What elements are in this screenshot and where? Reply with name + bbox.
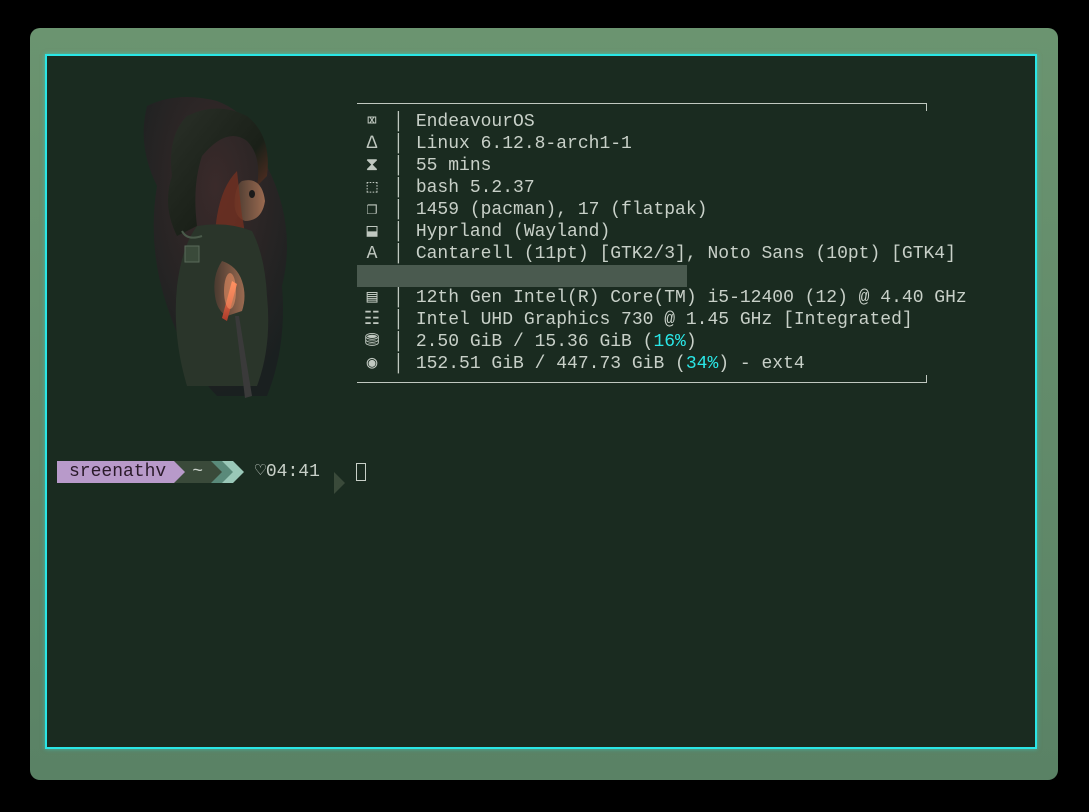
fetch-row: ∆│Linux 6.12.8-arch1-1	[357, 133, 967, 155]
terminal-window[interactable]: ⌧│EndeavourOS∆│Linux 6.12.8-arch1-1⧗│55 …	[45, 54, 1037, 749]
separator: │	[387, 287, 416, 309]
fetch-value: 12th Gen Intel(R) Core(TM) i5-12400 (12)…	[416, 287, 967, 309]
linux-icon: ∆	[357, 133, 387, 155]
terminal-cursor[interactable]	[356, 463, 366, 481]
fetch-row: A│Cantarell (11pt) [GTK2/3], Noto Sans (…	[357, 243, 967, 265]
fetch-value: Intel UHD Graphics 730 @ 1.45 GHz [Integ…	[416, 309, 913, 331]
fetch-value: Cantarell (11pt) [GTK2/3], Noto Sans (10…	[416, 243, 956, 265]
memory-icon: ⛃	[357, 331, 387, 353]
separator: │	[387, 353, 416, 375]
gpu-icon: ☷	[357, 309, 387, 331]
disk-icon: ◉	[357, 353, 387, 375]
fetch-row: ❐│1459 (pacman), 17 (flatpak)	[357, 199, 967, 221]
separator: │	[387, 221, 416, 243]
terminal-body[interactable]: ⌧│EndeavourOS∆│Linux 6.12.8-arch1-1⧗│55 …	[47, 56, 1035, 747]
box-border-top	[357, 103, 927, 111]
box-border-bottom	[357, 375, 927, 383]
separator: │	[387, 133, 416, 155]
prompt-user-segment: sreenathv	[57, 461, 174, 483]
heart-icon: ♡	[255, 462, 266, 482]
fetch-info-box: ⌧│EndeavourOS∆│Linux 6.12.8-arch1-1⧗│55 …	[357, 111, 967, 375]
fetch-value: 55 mins	[416, 155, 492, 177]
separator: │	[387, 309, 416, 331]
shell-prompt: sreenathv ~ ♡04:41	[57, 461, 1025, 483]
cpu-icon: ▤	[357, 287, 387, 309]
percent-value: 16%	[653, 332, 685, 352]
package-icon: ❐	[357, 199, 387, 221]
separator: │	[387, 243, 416, 265]
fastfetch-output: ⌧│EndeavourOS∆│Linux 6.12.8-arch1-1⧗│55 …	[57, 76, 1025, 416]
fetch-row: ☷│Intel UHD Graphics 730 @ 1.45 GHz [Int…	[357, 309, 967, 331]
laptop-icon: ⌧	[357, 111, 387, 133]
fetch-row: ◉│152.51 GiB / 447.73 GiB (34%) - ext4	[357, 353, 967, 375]
separator: │	[387, 331, 416, 353]
fetch-row: ⌧│EndeavourOS	[357, 111, 967, 133]
separator: │	[387, 199, 416, 221]
fetch-row: ⧗│55 mins	[357, 155, 967, 177]
separator: │	[387, 111, 416, 133]
desktop-background: ⌧│EndeavourOS∆│Linux 6.12.8-arch1-1⧗│55 …	[30, 28, 1058, 780]
fetch-row: ▤│12th Gen Intel(R) Core(TM) i5-12400 (1…	[357, 287, 967, 309]
fetch-value: 152.51 GiB / 447.73 GiB (34%) - ext4	[416, 353, 805, 375]
separator: │	[387, 155, 416, 177]
fetch-row: ⛃│2.50 GiB / 15.36 GiB (16%)	[357, 331, 967, 353]
fetch-value: 1459 (pacman), 17 (flatpak)	[416, 199, 708, 221]
hourglass-icon: ⧗	[357, 155, 387, 177]
redacted-row	[357, 265, 967, 287]
fetch-value: Hyprland (Wayland)	[416, 221, 610, 243]
percent-value: 34%	[686, 354, 718, 374]
prompt-time: 04:41	[266, 462, 320, 482]
fetch-row: ⬚│bash 5.2.37	[357, 177, 967, 199]
fetch-value: bash 5.2.37	[416, 177, 535, 199]
fetch-value: EndeavourOS	[416, 111, 535, 133]
fetch-value: Linux 6.12.8-arch1-1	[416, 133, 632, 155]
wm-icon: ⬓	[357, 221, 387, 243]
prompt-username: sreenathv	[69, 461, 166, 483]
redacted-bar	[357, 265, 687, 287]
prompt-time-segment: ♡04:41	[233, 461, 328, 483]
fetch-row: ⬓│Hyprland (Wayland)	[357, 221, 967, 243]
separator: │	[387, 177, 416, 199]
prompt-directory: ~	[192, 461, 203, 483]
shell-icon: ⬚	[357, 177, 387, 199]
fetch-logo-image	[87, 86, 347, 416]
fetch-value: 2.50 GiB / 15.36 GiB (16%)	[416, 331, 697, 353]
font-icon: A	[357, 243, 387, 265]
